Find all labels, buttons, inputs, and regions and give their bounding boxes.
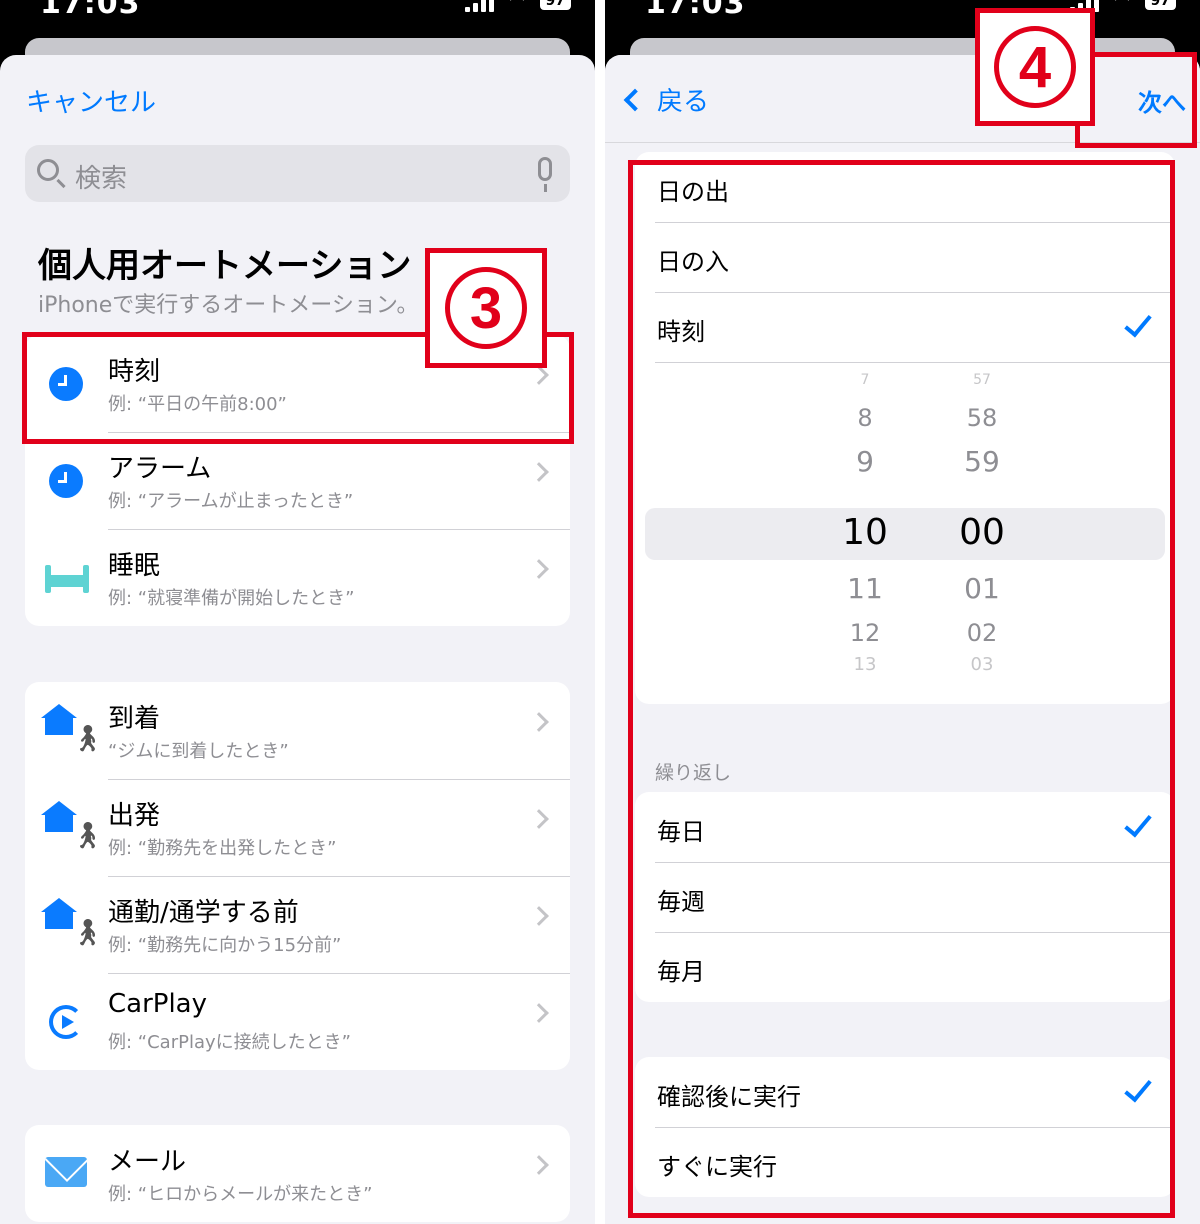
trigger-row-carplay[interactable]: CarPlay 例: “CarPlayに接続したとき” [25, 973, 570, 1070]
trigger-example: “ジムに到着したとき” [108, 741, 289, 762]
back-button[interactable]: 戻る [621, 81, 709, 118]
trigger-title: 睡眠 [108, 551, 161, 581]
search-icon [37, 159, 59, 181]
trigger-title: メール [108, 1147, 187, 1177]
trigger-row-commute[interactable]: 🚶︎ 通勤/通学する前 例: “勤務先に向かう15分前” [25, 876, 570, 973]
left-screenshot: 17:03 97 キャンセル 検索 個人用オートメーション iPhoneで実行す… [0, 0, 595, 1224]
search-placeholder: 検索 [75, 164, 128, 194]
chevron-right-icon [529, 906, 549, 926]
chevron-right-icon [529, 712, 549, 732]
trigger-example: 例: “CarPlayに接続したとき” [108, 1032, 351, 1053]
mail-icon [45, 1157, 87, 1187]
microphone-icon[interactable] [538, 157, 552, 192]
trigger-title: 出発 [108, 801, 161, 831]
trigger-row-arrive[interactable]: 🚶︎ 到着 “ジムに到着したとき” [25, 682, 570, 779]
carplay-icon [49, 1005, 83, 1039]
wifi-icon [1109, 0, 1135, 10]
trigger-title: アラーム [108, 454, 212, 484]
chevron-right-icon [529, 809, 549, 829]
home-walk-icon: 🚶︎ [41, 704, 104, 754]
trigger-example: 例: “就寝準備が開始したとき” [108, 588, 355, 609]
trigger-title: CarPlay [108, 989, 207, 1019]
trigger-group-location: 🚶︎ 到着 “ジムに到着したとき” 🚶︎ 出発 例: “勤務先を出発したとき” … [25, 682, 570, 1070]
signal-icon [464, 0, 494, 12]
trigger-title: 到着 [108, 704, 161, 734]
chevron-right-icon [529, 1003, 549, 1023]
step-number: 4 [994, 26, 1076, 108]
section-subtitle: iPhoneで実行するオートメーション。 [38, 293, 419, 318]
annotation-highlight-settings [628, 160, 1175, 1218]
chevron-left-icon [623, 88, 647, 111]
annotation-step-3: 3 [425, 248, 547, 368]
right-screenshot: 17:03 97 戻る 次へ 日の出 日の入 時刻 7 8 9 10 11 12… [605, 0, 1200, 1224]
cancel-button[interactable]: キャンセル [26, 82, 156, 119]
trigger-row-alarm[interactable]: アラーム 例: “アラームが止まったとき” [25, 432, 570, 529]
annotation-step-4: 4 [975, 8, 1095, 126]
trigger-example: 例: “ヒロからメールが来たとき” [108, 1184, 373, 1205]
step-number: 3 [445, 267, 527, 349]
clock-icon [49, 464, 83, 498]
battery-icon: 97 [1144, 0, 1176, 10]
trigger-row-mail[interactable]: メール 例: “ヒロからメールが来たとき” [25, 1125, 570, 1222]
trigger-example: 例: “アラームが止まったとき” [108, 491, 354, 512]
status-time: 17:03 [645, 0, 746, 21]
trigger-row-sleep[interactable]: 睡眠 例: “就寝準備が開始したとき” [25, 529, 570, 626]
home-walk-icon: 🚶︎ [41, 898, 104, 948]
status-bar: 17:03 97 [605, 0, 1200, 40]
status-time: 17:03 [40, 0, 141, 21]
trigger-title: 通勤/通学する前 [108, 898, 299, 928]
back-label: 戻る [657, 87, 710, 117]
chevron-right-icon [529, 559, 549, 579]
bed-icon [45, 565, 89, 593]
battery-icon: 97 [539, 0, 571, 10]
search-input[interactable]: 検索 [25, 145, 570, 202]
trigger-example: 例: “勤務先を出発したとき” [108, 838, 337, 859]
section-title: 個人用オートメーション [38, 246, 412, 286]
trigger-group-communication: メール 例: “ヒロからメールが来たとき” [25, 1125, 570, 1222]
chevron-right-icon [529, 462, 549, 482]
status-bar: 17:03 97 [0, 0, 595, 40]
wifi-icon [504, 0, 530, 10]
home-walk-icon: 🚶︎ [41, 801, 104, 851]
trigger-example: 例: “勤務先に向かう15分前” [108, 935, 342, 956]
chevron-right-icon [529, 1155, 549, 1175]
trigger-row-leave[interactable]: 🚶︎ 出発 例: “勤務先を出発したとき” [25, 779, 570, 876]
